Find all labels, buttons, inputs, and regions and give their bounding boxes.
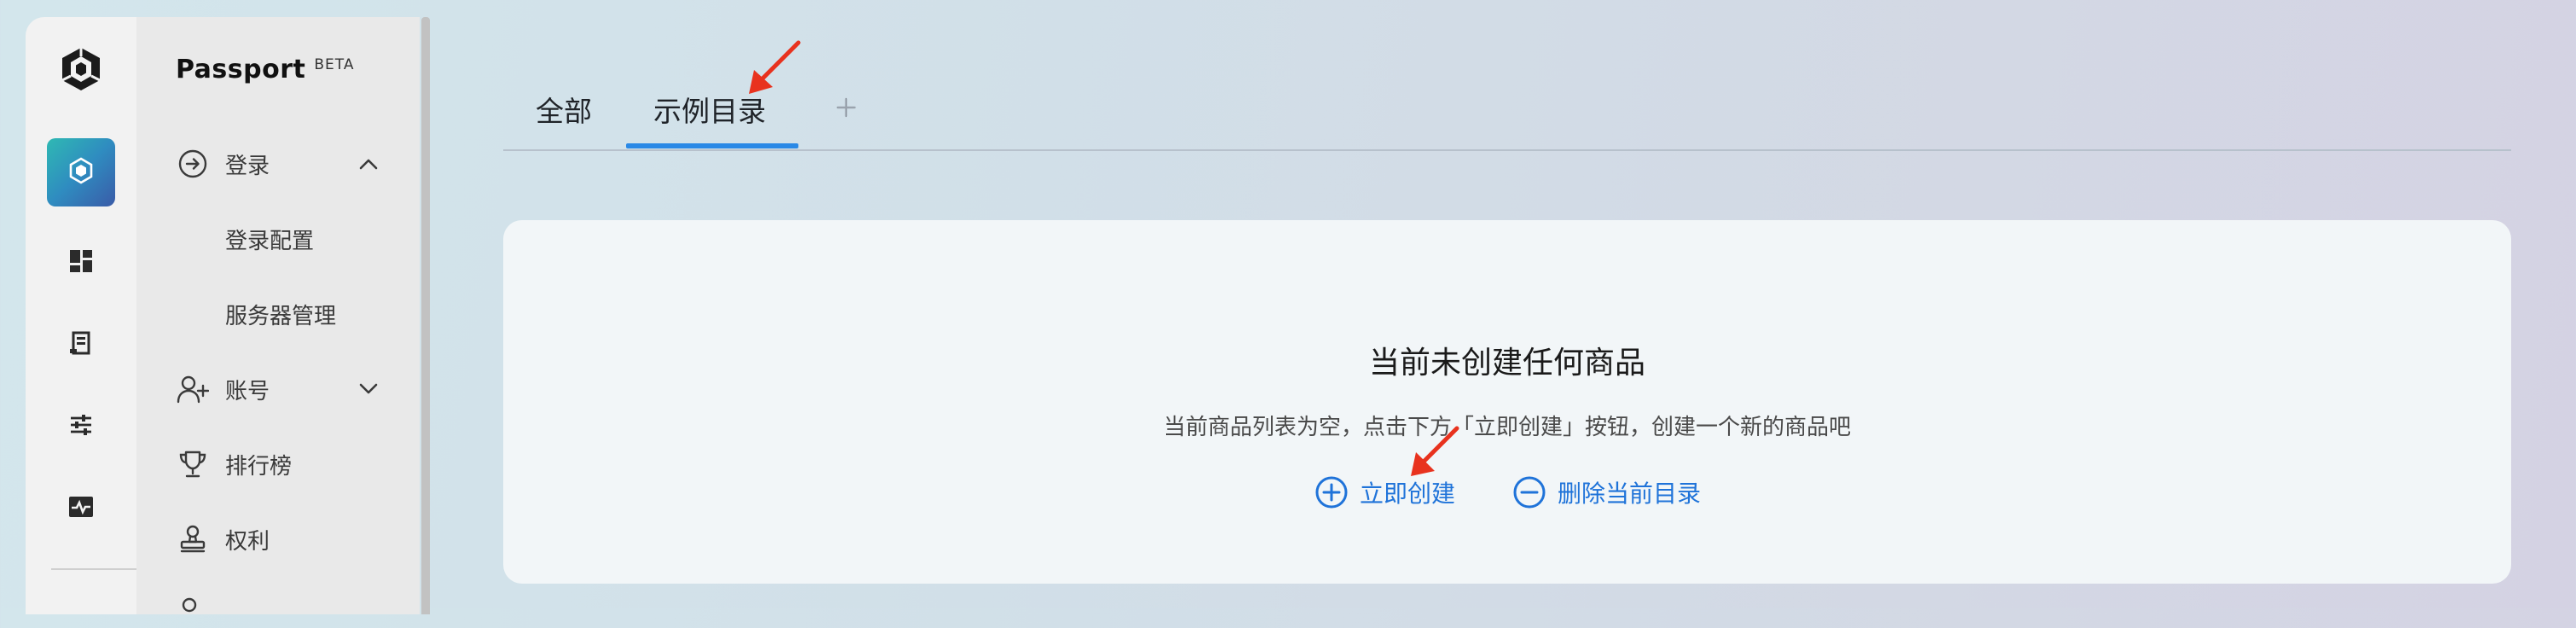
sliders-icon — [68, 412, 94, 441]
catalog-tabs: 全部 示例目录 — [503, 68, 2511, 152]
empty-state-title: 当前未创建任何商品 — [1368, 346, 1645, 381]
tabs-divider — [503, 149, 2511, 151]
chevron-up-icon[interactable] — [357, 152, 380, 176]
unity-logo-icon[interactable] — [56, 44, 106, 94]
rail-settings-button[interactable] — [47, 392, 115, 461]
sidebar-item-login[interactable]: 登录 — [176, 138, 380, 189]
create-now-label: 立即创建 — [1360, 480, 1456, 508]
trophy-icon — [176, 447, 210, 481]
rail-divider — [51, 568, 136, 570]
sidebar-item-partial[interactable] — [176, 594, 380, 628]
plus-icon — [836, 97, 856, 121]
sidebar-item-entitlements[interactable]: 权利 — [176, 514, 380, 565]
active-tab-indicator — [626, 143, 798, 148]
cube-icon — [68, 157, 94, 188]
minus-circle-icon — [1511, 474, 1547, 510]
add-tab-button[interactable] — [826, 89, 867, 130]
brand: Passport BETA — [176, 55, 354, 84]
sidebar-subitem-server-management[interactable]: 服务器管理 — [225, 290, 336, 338]
tab-sample-catalog[interactable]: 示例目录 — [653, 85, 766, 133]
activity-icon — [67, 495, 95, 522]
sidebar-subitem-login-config[interactable]: 登录配置 — [225, 215, 314, 263]
tab-all[interactable]: 全部 — [536, 85, 592, 133]
add-user-icon — [176, 372, 210, 406]
plus-circle-icon — [1314, 474, 1349, 510]
receipt-icon — [68, 330, 94, 359]
dashboard-icon — [68, 248, 94, 277]
beta-badge: BETA — [314, 56, 355, 73]
sidebar-item-leaderboard[interactable]: 排行榜 — [176, 439, 380, 490]
app-window: Passport BETA 登录 登录配置 服务器管理 账号 排行榜 权利 全部… — [0, 0, 2576, 614]
rail-receipt-button[interactable] — [47, 311, 115, 379]
stamp-icon — [176, 522, 210, 556]
sidebar-item-label: 权利 — [225, 528, 270, 555]
sidebar-item-account[interactable]: 账号 — [176, 363, 380, 415]
icon-rail — [26, 17, 136, 614]
user-icon — [176, 594, 210, 628]
empty-state-description: 当前商品列表为空，点击下方「立即创建」按钮，创建一个新的商品吧 — [1163, 415, 1851, 440]
arrow-circle-right-icon — [176, 147, 210, 181]
sidebar: Passport BETA 登录 登录配置 服务器管理 账号 排行榜 权利 — [136, 17, 420, 614]
rail-cube-button[interactable] — [47, 138, 115, 206]
delete-catalog-label: 删除当前目录 — [1558, 480, 1702, 508]
create-now-button[interactable]: 立即创建 — [1314, 471, 1455, 514]
sidebar-item-label: 账号 — [225, 378, 270, 404]
sidebar-scrollbar[interactable] — [421, 17, 430, 614]
brand-name: Passport — [176, 55, 306, 84]
chevron-down-icon[interactable] — [357, 377, 380, 401]
sidebar-item-label: 排行榜 — [225, 453, 293, 480]
rail-dashboard-button[interactable] — [47, 229, 115, 297]
empty-state-card: 当前未创建任何商品 当前商品列表为空，点击下方「立即创建」按钮，创建一个新的商品… — [503, 220, 2511, 584]
sidebar-item-label: 登录 — [225, 153, 270, 179]
rail-activity-button[interactable] — [47, 474, 115, 543]
delete-catalog-button[interactable]: 删除当前目录 — [1511, 471, 1701, 514]
